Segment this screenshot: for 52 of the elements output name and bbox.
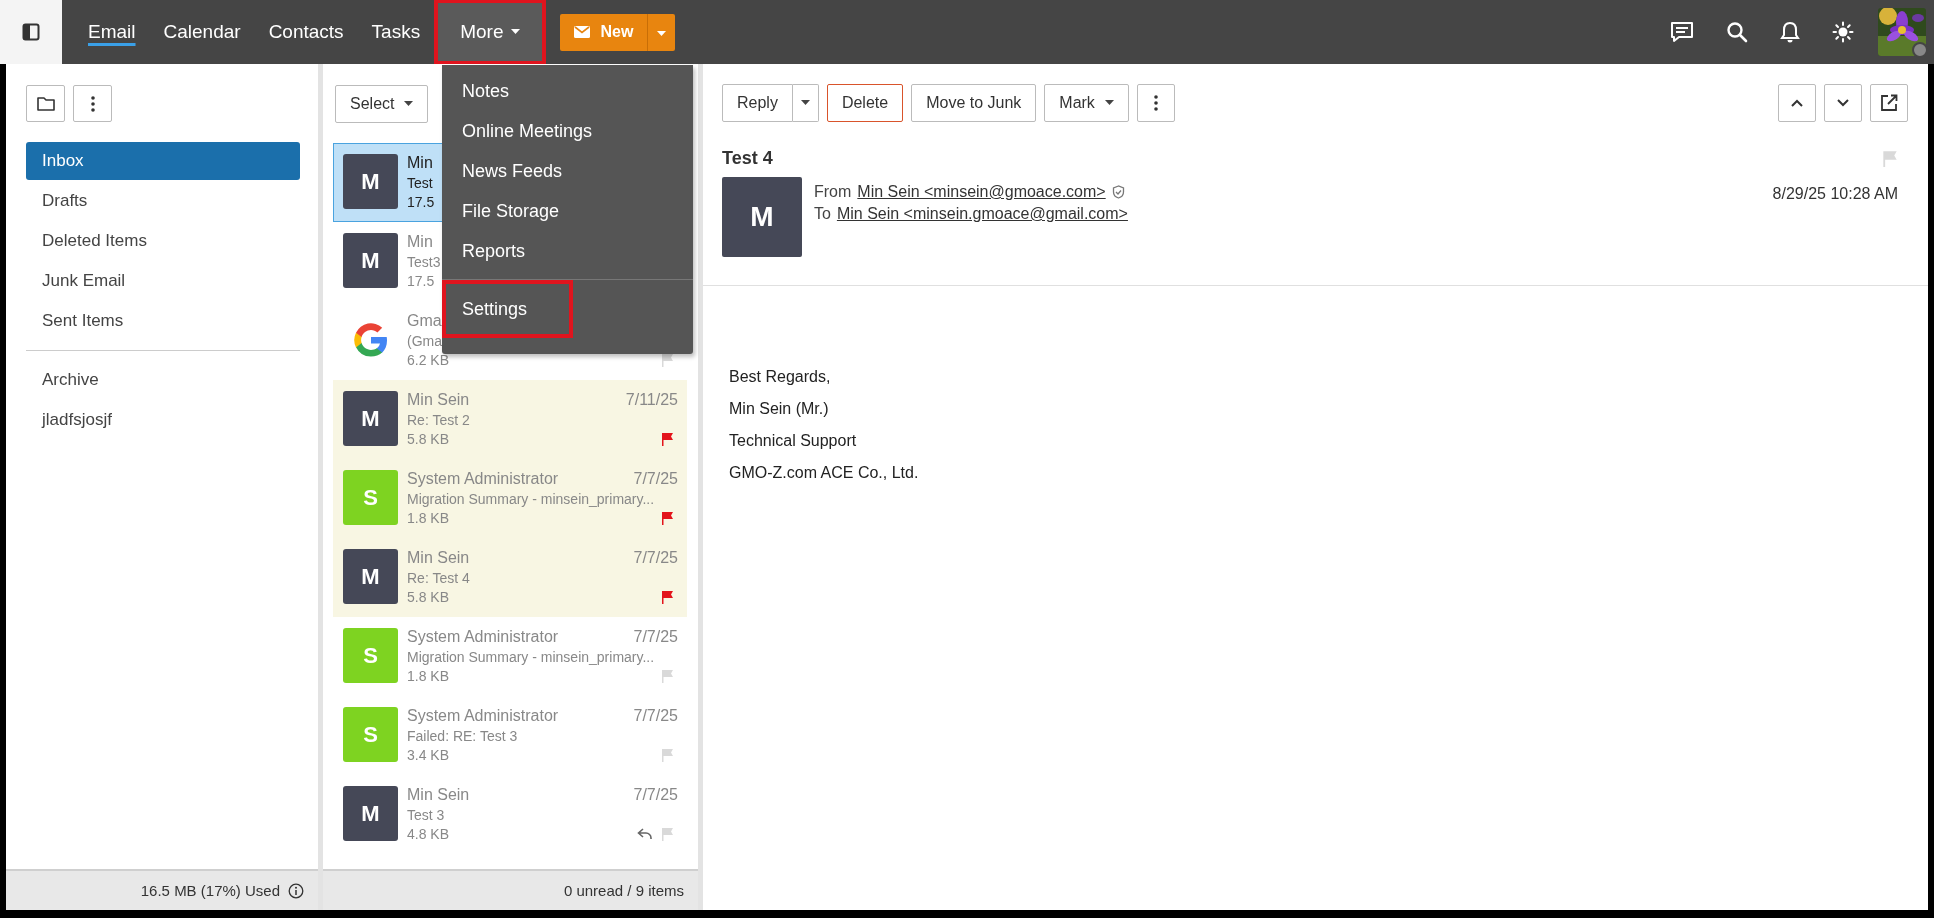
message-count: 0 unread / 9 items: [563, 882, 684, 899]
message-date: 7/7/25: [633, 707, 678, 725]
message-date: 7/7/25: [633, 786, 678, 804]
from-label: From: [814, 183, 852, 201]
sender-name: Min Sein: [407, 549, 470, 567]
sender-avatar: M: [343, 549, 398, 604]
message-size: 17.5: [407, 194, 435, 210]
message-subject: (Gma: [407, 333, 443, 349]
body-line: GMO-Z.com ACE Co., Ltd.: [729, 464, 920, 482]
sender-avatar: M: [343, 154, 398, 209]
sender-name: Min Sein: [407, 786, 470, 804]
message-size: 4.8 KB: [407, 826, 450, 842]
storage-usage: 16.5 MB (17%) Used: [140, 882, 280, 899]
message-size: 5.8 KB: [407, 431, 450, 447]
sender-avatar: S: [343, 628, 398, 683]
sender-name: Gma: [407, 312, 442, 330]
sender-avatar: M: [722, 177, 802, 257]
to-label: To: [814, 205, 831, 223]
body-line: Technical Support: [729, 432, 858, 450]
sender-avatar: M: [343, 233, 398, 288]
message-date: 7/7/25: [633, 470, 678, 488]
message-size: 3.4 KB: [407, 747, 450, 763]
message-subject: Migration Summary - minsein_primary...: [407, 491, 656, 507]
message-size: 17.5: [407, 273, 435, 289]
message-date: 7/7/25: [633, 628, 678, 646]
message-subject: Failed: RE: Test 3: [407, 728, 519, 744]
message-subject: Migration Summary - minsein_primary...: [407, 649, 656, 665]
email-subject: Test 4: [722, 148, 773, 169]
body-line: Best Regards,: [729, 368, 832, 386]
message-date: 7/11/25: [625, 391, 678, 409]
message-subject: Re: Test 4: [407, 570, 471, 586]
sender-name: Min: [407, 233, 433, 251]
message-size: 1.8 KB: [407, 510, 450, 526]
sender-name: System Administrator: [407, 470, 559, 488]
sender-name: System Administrator: [407, 707, 559, 725]
message-size: 1.8 KB: [407, 668, 450, 684]
message-subject: Re: Test 2: [407, 412, 471, 428]
message-size: 6.2 KB: [407, 352, 450, 368]
message-subject: Test3: [407, 254, 442, 270]
message-date: 7/7/25: [633, 549, 678, 567]
message-size: 5.8 KB: [407, 589, 450, 605]
message-subject: Test: [407, 175, 434, 191]
body-line: Min Sein (Mr.): [729, 400, 830, 418]
sender-avatar: S: [343, 470, 398, 525]
sender-name: Min Sein: [407, 391, 470, 409]
message-subject: Test 3: [407, 807, 446, 823]
email-date: 8/29/25 10:28 AM: [1772, 185, 1898, 203]
sender-avatar: S: [343, 707, 398, 762]
sender-name: System Administrator: [407, 628, 559, 646]
sender-name: Min: [407, 154, 433, 172]
sender-avatar: M: [343, 391, 398, 446]
sender-avatar: M: [343, 786, 398, 841]
